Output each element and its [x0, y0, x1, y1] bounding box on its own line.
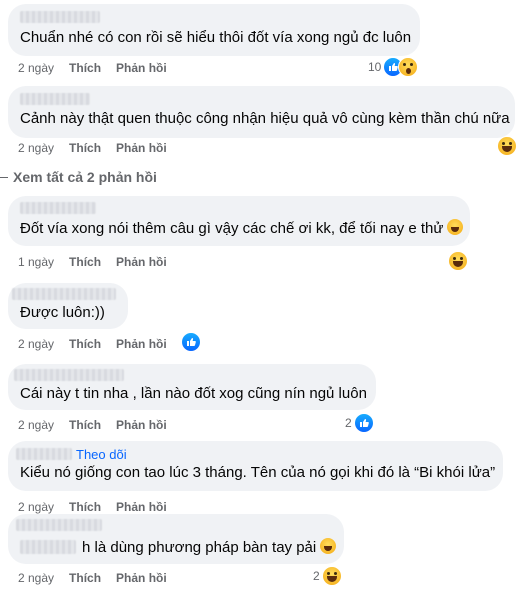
comment-text: h là dùng phương pháp bàn tay pải [82, 538, 337, 558]
like-button[interactable]: Thích [69, 255, 101, 269]
comment-bubble: Cái này t tin nha , lần nào đốt xog cũng… [8, 364, 376, 410]
reaction-summary[interactable]: 10 [368, 57, 419, 77]
reply-button[interactable]: Phản hồi [116, 255, 167, 269]
like-button[interactable]: Thích [69, 571, 101, 585]
commenter-name-redacted[interactable] [16, 448, 72, 460]
comment-text: Cái này t tin nha , lần nào đốt xog cũng… [20, 385, 367, 402]
comment-actions: 2 ngày Thích Phản hồi [18, 571, 182, 585]
reaction-summary[interactable] [181, 332, 201, 352]
reply-button[interactable]: Phản hồi [116, 337, 167, 351]
reaction-summary[interactable]: 2 [345, 413, 374, 433]
commenter-name-redacted[interactable] [16, 519, 102, 531]
reply-button[interactable]: Phản hồi [116, 571, 167, 585]
comment-time[interactable]: 2 ngày [18, 418, 54, 432]
comment-text: Được luôn:)) [20, 304, 105, 321]
haha-icon [321, 566, 342, 586]
comment-bubble: Được luôn:)) [8, 283, 128, 329]
comment-time[interactable]: 2 ngày [18, 337, 54, 351]
reply-button[interactable]: Phản hồi [116, 418, 167, 432]
mention-redacted[interactable] [20, 540, 76, 554]
commenter-name-redacted[interactable] [20, 11, 100, 23]
wow-icon [398, 57, 419, 77]
comment-bubble: Đốt vía xong nói thêm câu gì vậy các chế… [8, 196, 470, 246]
comment-actions: 1 ngày Thích Phản hồi [18, 255, 182, 269]
haha-icon [497, 136, 517, 156]
like-button[interactable]: Thích [69, 61, 101, 75]
comment-text: Đốt vía xong nói thêm câu gì vậy các chế… [20, 219, 464, 239]
comment-bubble: Chuẩn nhé có con rồi sẽ hiểu thôi đốt ví… [8, 4, 420, 56]
comment-text: Chuẩn nhé có con rồi sẽ hiểu thôi đốt ví… [20, 29, 412, 46]
comment-actions: 2 ngày Thích Phản hồi [18, 141, 182, 155]
like-button[interactable]: Thích [69, 418, 101, 432]
haha-icon [448, 251, 468, 271]
reaction-summary[interactable] [497, 136, 517, 156]
comment-text: Kiểu nó giống con tao lúc 3 tháng. Tên c… [20, 464, 496, 481]
reaction-summary[interactable]: 2 [313, 566, 342, 586]
reaction-count: 2 [313, 569, 320, 583]
comment-actions: 2 ngày Thích Phản hồi [18, 418, 182, 432]
comment-bubble: Theo dõi Kiểu nó giống con tao lúc 3 thá… [8, 441, 503, 491]
reaction-count: 10 [368, 60, 382, 74]
commenter-name-redacted[interactable] [14, 369, 124, 381]
rofl-emoji-icon [447, 219, 464, 235]
follow-link[interactable]: Theo dõi [76, 447, 127, 462]
comment-time[interactable]: 2 ngày [18, 141, 54, 155]
commenter-name-redacted[interactable] [20, 202, 96, 214]
comment-time[interactable]: 2 ngày [18, 571, 54, 585]
comment-actions: 2 ngày Thích Phản hồi [18, 337, 182, 351]
like-icon [353, 413, 374, 433]
comment-time[interactable]: 2 ngày [18, 500, 54, 514]
view-all-replies-link[interactable]: Xem tất cả 2 phản hồi [13, 169, 157, 185]
reply-button[interactable]: Phản hồi [116, 61, 167, 75]
laughing-emoji-icon [320, 538, 337, 554]
like-button[interactable]: Thích [69, 141, 101, 155]
commenter-name-redacted[interactable] [12, 288, 116, 300]
like-button[interactable]: Thích [69, 500, 101, 514]
reply-button[interactable]: Phản hồi [116, 141, 167, 155]
reply-button[interactable]: Phản hồi [116, 500, 167, 514]
reaction-count: 2 [345, 416, 352, 430]
comment-bubble: Cảnh này thật quen thuộc công nhận hiệu … [8, 86, 515, 138]
commenter-name-redacted[interactable] [20, 93, 90, 105]
comment-time[interactable]: 1 ngày [18, 255, 54, 269]
like-icon [181, 332, 201, 352]
reaction-summary[interactable] [448, 251, 468, 271]
comment-actions: 2 ngày Thích Phản hồi [18, 61, 182, 75]
comment-bubble: h là dùng phương pháp bàn tay pải [8, 514, 344, 564]
thread-line [0, 177, 8, 178]
comment-time[interactable]: 2 ngày [18, 61, 54, 75]
like-button[interactable]: Thích [69, 337, 101, 351]
comment-text: Cảnh này thật quen thuộc công nhận hiệu … [20, 110, 510, 127]
comment-actions: 2 ngày Thích Phản hồi [18, 500, 182, 514]
